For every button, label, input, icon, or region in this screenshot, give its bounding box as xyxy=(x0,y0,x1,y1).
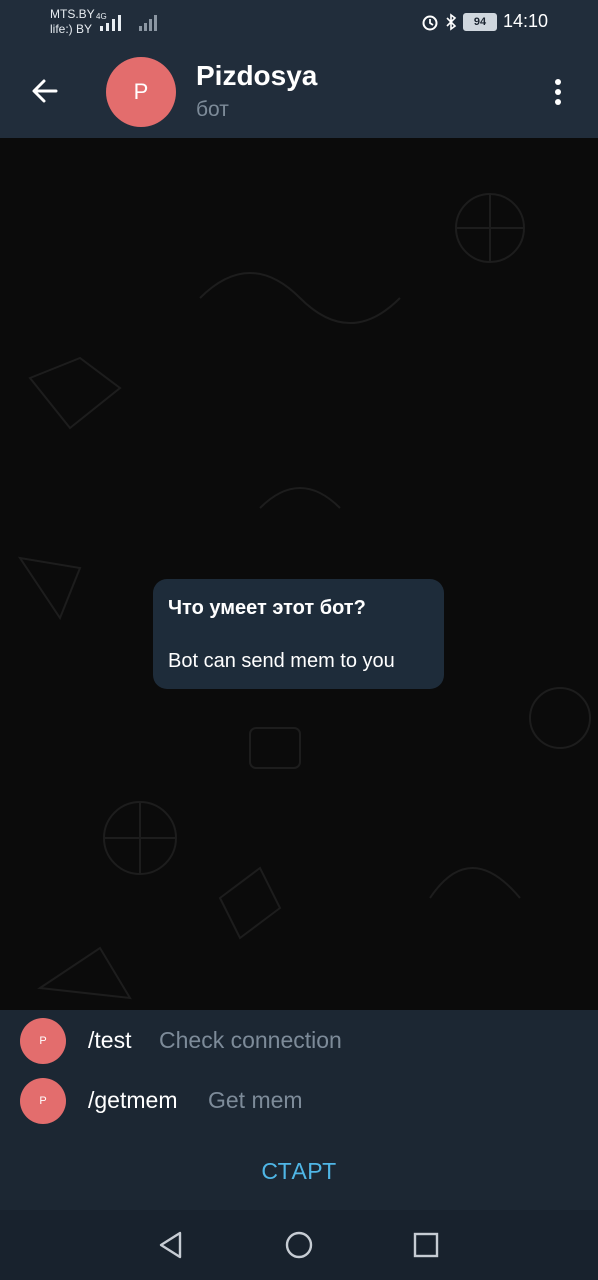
command-description: Check connection xyxy=(159,1027,342,1053)
chat-title[interactable]: Pizdosya xyxy=(196,60,317,92)
command-name: /test xyxy=(88,1027,132,1053)
status-right: 94 14:10 xyxy=(421,11,548,32)
back-triangle-icon[interactable] xyxy=(154,1228,188,1262)
command-list: P /test Check connection P /getmem Get m… xyxy=(0,1010,598,1140)
more-menu-icon[interactable] xyxy=(544,74,572,110)
recents-square-icon[interactable] xyxy=(409,1228,443,1262)
bot-info-bubble: Что умеет этот бот? Bot can send mem to … xyxy=(153,579,444,689)
back-arrow-icon[interactable] xyxy=(26,70,68,112)
command-avatar: P xyxy=(20,1018,66,1064)
status-bar: MTS.BY life:) BY 4G 94 14:10 xyxy=(0,0,598,44)
start-button[interactable]: СТАРТ xyxy=(261,1158,336,1185)
battery-icon: 94 xyxy=(462,12,497,31)
chat-header: P Pizdosya бот xyxy=(0,44,598,138)
carrier-1: MTS.BY xyxy=(50,7,95,21)
chat-area[interactable]: Что умеет этот бот? Bot can send mem to … xyxy=(0,138,598,1010)
signal-icon xyxy=(100,15,121,31)
command-name: /getmem xyxy=(88,1087,178,1113)
chat-subtitle: бот xyxy=(196,98,229,121)
command-description: Get mem xyxy=(208,1087,303,1113)
bluetooth-icon xyxy=(446,12,457,31)
carrier-labels: MTS.BY life:) BY xyxy=(50,7,95,37)
start-bar: СТАРТ xyxy=(0,1140,598,1210)
command-item-test[interactable]: P /test Check connection xyxy=(0,1010,598,1070)
signal-icon-2 xyxy=(139,15,157,31)
system-nav-bar xyxy=(0,1210,598,1280)
clock: 14:10 xyxy=(502,11,548,31)
command-item-getmem[interactable]: P /getmem Get mem xyxy=(0,1070,598,1130)
bot-info-title: Что умеет этот бот? xyxy=(168,597,366,619)
command-avatar: P xyxy=(20,1078,66,1124)
bot-avatar[interactable]: P xyxy=(106,57,176,127)
bot-info-description: Bot can send mem to you xyxy=(168,650,395,672)
carrier-2: life:) BY xyxy=(50,22,93,36)
alarm-icon xyxy=(422,15,438,30)
home-circle-icon[interactable] xyxy=(282,1228,316,1262)
doodle-background xyxy=(17,193,591,1000)
